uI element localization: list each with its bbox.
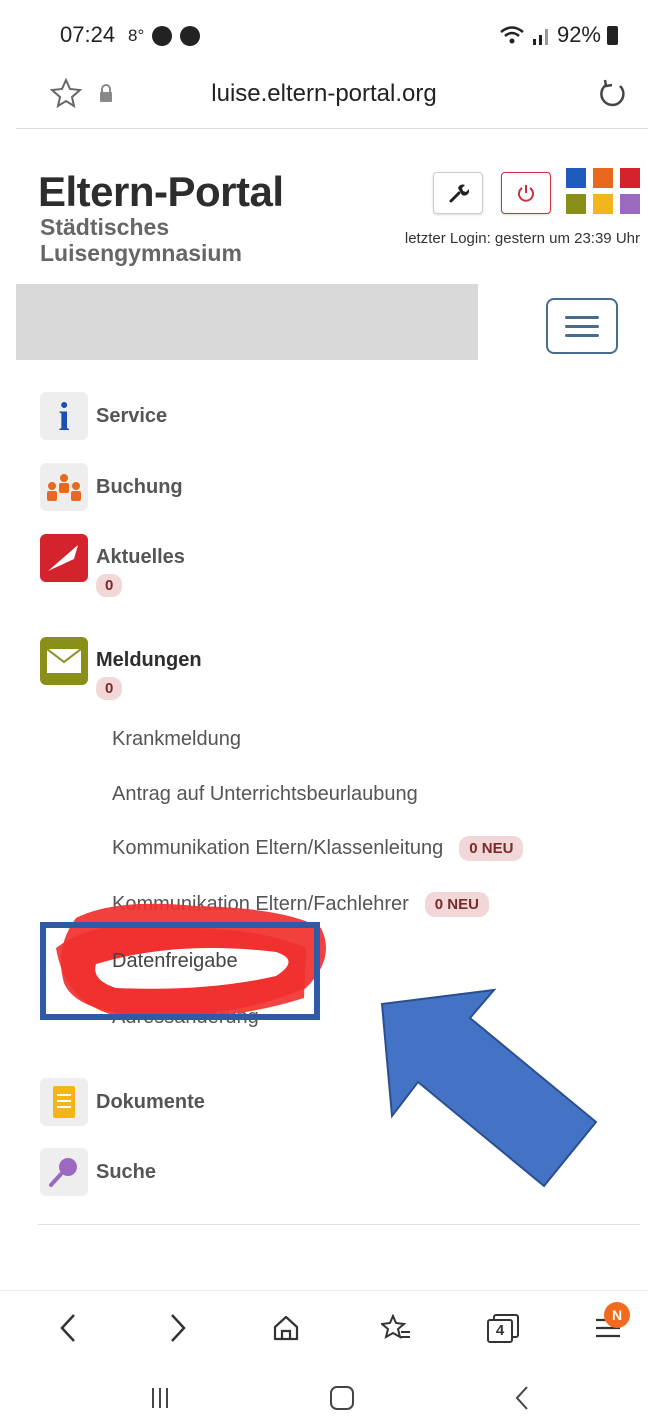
sub-item-krankmeldung[interactable]: Krankmeldung	[112, 728, 241, 751]
home-icon	[273, 1315, 299, 1341]
new-badge: 0 NEU	[424, 892, 489, 917]
recent-apps-button[interactable]	[140, 1380, 180, 1416]
battery-percent: 92%	[556, 22, 601, 47]
sub-item-beurlaubung[interactable]: Antrag auf Unterrichtsbeurlaubung	[112, 783, 418, 806]
signal-icon	[532, 29, 548, 45]
student-banner	[16, 284, 478, 360]
nav-label: Suche	[96, 1160, 157, 1183]
chevron-right-icon	[171, 1314, 186, 1342]
bookmarks-star-icon	[381, 1314, 410, 1340]
wifi-icon	[500, 26, 524, 44]
recent-apps-icon	[152, 1388, 168, 1408]
logo-square	[593, 168, 613, 188]
new-badge: 0 NEU	[459, 836, 524, 861]
divider	[38, 1224, 640, 1225]
count-badge: 0	[96, 677, 123, 700]
people-icon	[40, 463, 88, 511]
browser-toolbar	[0, 1290, 648, 1367]
search-icon	[40, 1148, 88, 1196]
notification-badge: N	[604, 1302, 630, 1328]
tabs-count: 4	[487, 1319, 513, 1343]
count-badge: 0	[96, 574, 123, 597]
menu-toggle-button[interactable]	[546, 298, 618, 354]
logout-button[interactable]	[501, 172, 551, 214]
hamburger-line	[565, 324, 599, 328]
forward-button[interactable]	[156, 1306, 200, 1350]
portal-title[interactable]: Eltern-Portal	[38, 168, 284, 216]
tabs-button[interactable]: 4	[480, 1306, 524, 1350]
notification-icon	[180, 26, 200, 46]
reload-icon[interactable]	[596, 78, 628, 110]
hamburger-line	[565, 315, 599, 319]
blue-arrow-annotation	[380, 988, 598, 1188]
battery-icon	[607, 25, 618, 45]
tabs-icon: 4	[487, 1314, 519, 1343]
sub-item-klassenleitung[interactable]: Kommunikation Eltern/Klassenleitung 0 NEU	[112, 836, 524, 861]
nav-item-meldungen[interactable]: Meldungen 0	[40, 637, 202, 700]
school-name: Städtisches Luisengymnasium	[40, 214, 242, 266]
status-temperature: 8°	[128, 26, 145, 45]
status-time: 07:24	[60, 22, 116, 47]
power-icon	[518, 185, 534, 202]
chevron-left-icon	[60, 1314, 75, 1342]
nav-item-aktuelles[interactable]: Aktuelles 0	[40, 534, 185, 597]
logo-square	[566, 168, 586, 188]
logo-square	[566, 194, 586, 214]
url-display[interactable]: luise.eltern-portal.org	[0, 80, 648, 108]
divider	[16, 128, 648, 129]
logo-square	[593, 194, 613, 214]
back-button[interactable]	[46, 1306, 90, 1350]
info-icon: i	[40, 392, 88, 440]
document-icon	[40, 1078, 88, 1126]
logo-square	[620, 168, 640, 188]
notification-icon	[152, 26, 172, 46]
bookmarks-button[interactable]	[374, 1306, 418, 1350]
status-indicators: 92%	[499, 22, 618, 48]
back-system-button[interactable]	[502, 1380, 542, 1416]
wrench-icon	[449, 184, 469, 203]
school-name-line2: Luisengymnasium	[40, 240, 242, 266]
nav-item-buchung[interactable]: Buchung	[40, 463, 183, 511]
nav-label: Aktuelles	[96, 546, 185, 568]
envelope-icon	[40, 637, 88, 685]
hamburger-line	[565, 333, 599, 337]
home-button[interactable]	[264, 1306, 308, 1350]
nav-item-suche[interactable]: Suche	[40, 1148, 156, 1196]
nav-item-service[interactable]: i Service	[40, 392, 167, 440]
nav-label: Meldungen	[96, 649, 202, 671]
school-name-line1: Städtisches	[40, 214, 170, 240]
highlight-box-annotation	[40, 922, 320, 1020]
settings-button[interactable]	[433, 172, 483, 214]
nav-label: Buchung	[96, 475, 183, 498]
home-system-button[interactable]	[322, 1380, 362, 1416]
chevron-left-icon	[515, 1386, 528, 1410]
megaphone-icon	[40, 534, 88, 582]
logo-square	[620, 194, 640, 214]
school-logo-grid	[566, 168, 640, 214]
home-square-icon	[330, 1386, 354, 1410]
nav-label: Dokumente	[96, 1090, 205, 1113]
nav-item-dokumente[interactable]: Dokumente	[40, 1078, 205, 1126]
sub-item-label: Kommunikation Eltern/Klassenleitung	[112, 836, 444, 859]
last-login: letzter Login: gestern um 23:39 Uhr	[404, 230, 640, 247]
nav-label: Service	[96, 404, 168, 427]
